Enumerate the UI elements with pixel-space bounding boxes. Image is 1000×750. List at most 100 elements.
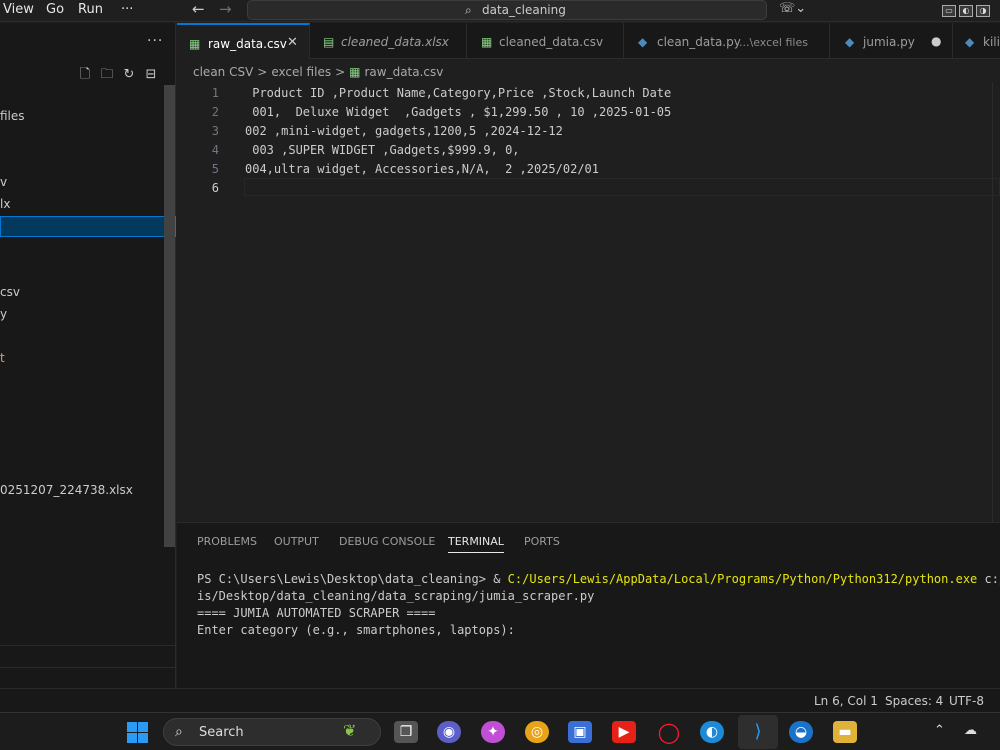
copilot-app-icon[interactable]: ✦	[481, 721, 505, 743]
code-line[interactable]: 001, Deluxe Widget ,Gadgets , $1,299.50 …	[245, 105, 671, 119]
title-bar: View Go Run ··· ← → ⌕ data_cleaning ☏⌄ ▭…	[0, 0, 1000, 22]
python-file-icon: ◆	[845, 35, 855, 49]
account-icon[interactable]: ◑	[976, 5, 990, 17]
close-icon[interactable]: ✕	[287, 35, 298, 50]
tree-item[interactable]: files	[0, 109, 25, 123]
tree-item[interactable]: csv	[0, 285, 20, 299]
teams-icon[interactable]: ◉	[437, 721, 461, 743]
terminal-line[interactable]: Enter category (e.g., smartphones, lapto…	[197, 623, 515, 637]
explorer-toolbar: 🗋 🗀 ↻ ⊟	[76, 65, 164, 87]
line-number: 1	[211, 86, 219, 100]
tree-item[interactable]: v	[0, 175, 7, 189]
terminal-exe-path: C:/Users/Lewis/AppData/Local/Programs/Py…	[507, 572, 978, 586]
store-icon[interactable]: ▣	[568, 721, 592, 743]
editor-tabs: ▦ raw_data.csv ✕ ▤ cleaned_data.xlsx ▦ c…	[177, 23, 1000, 59]
command-center-search[interactable]: ⌕ data_cleaning	[247, 0, 767, 20]
refresh-icon[interactable]: ↻	[120, 67, 138, 82]
panel-tab-debug-console[interactable]: DEBUG CONSOLE	[339, 535, 435, 548]
opera-icon[interactable]: ◯	[657, 721, 681, 743]
terminal-line[interactable]: PS C:\Users\Lewis\Desktop\data_cleaning>…	[197, 572, 1000, 586]
code-editor[interactable]: 1 Product ID ,Product Name,Category,Pric…	[177, 82, 1000, 522]
new-folder-icon[interactable]: 🗀	[98, 65, 116, 87]
excel-file-icon: ▤	[323, 35, 335, 49]
window-controls: ▭ ◐ ◑	[942, 0, 1000, 17]
panel-tab-ports[interactable]: PORTS	[524, 535, 560, 548]
tab-raw-data-csv[interactable]: ▦ raw_data.csv ✕	[177, 23, 310, 59]
tab-cleaned-data-xlsx[interactable]: ▤ cleaned_data.xlsx	[310, 23, 467, 59]
tree-item-selected[interactable]	[0, 216, 176, 237]
encoding[interactable]: UTF-8	[949, 694, 984, 708]
widget-plant-icon: ❦	[343, 721, 357, 740]
editor-scrollbar[interactable]	[992, 82, 1000, 522]
panel-tab-output[interactable]: OUTPUT	[274, 535, 319, 548]
status-bar: Ln 6, Col 1 Spaces: 4 UTF-8	[0, 688, 1000, 712]
unsaved-dot-icon[interactable]: ●	[931, 34, 941, 48]
breadcrumb: clean CSV > excel files > ▦ raw_data.csv	[193, 65, 443, 79]
youtube-icon[interactable]: ▶	[612, 721, 636, 743]
terminal-line[interactable]: ==== JUMIA AUTOMATED SCRAPER ====	[197, 606, 435, 620]
tab-cleaned-data-csv[interactable]: ▦ cleaned_data.csv	[467, 23, 624, 59]
chrome-icon[interactable]: ◎	[525, 721, 549, 743]
line-number: 3	[211, 124, 219, 138]
collapse-all-icon[interactable]: ⊟	[142, 67, 160, 82]
cloud-icon[interactable]: ☁	[964, 723, 977, 738]
current-line-highlight	[244, 178, 1000, 196]
tree-item[interactable]: t	[0, 351, 5, 365]
line-number: 4	[211, 143, 219, 157]
panel-tab-problems[interactable]: PROBLEMS	[197, 535, 257, 548]
code-line[interactable]: 004,ultra widget, Accessories,N/A, 2 ,20…	[245, 162, 599, 176]
vscode-icon[interactable]: ⟩	[746, 721, 770, 743]
code-line[interactable]: 003 ,SUPER WIDGET ,Gadgets,$999.9, 0,	[245, 143, 519, 157]
menu-more[interactable]: ···	[121, 2, 133, 17]
tree-item[interactable]: y	[0, 307, 7, 321]
line-number: 6	[211, 181, 219, 195]
line-number: 2	[211, 105, 219, 119]
tree-item[interactable]: 0251207_224738.xlsx	[0, 483, 133, 497]
breadcrumb-item[interactable]: clean CSV	[193, 65, 253, 79]
back-arrow-icon[interactable]: ←	[192, 0, 205, 18]
terminal-line[interactable]: is/Desktop/data_cleaning/data_scraping/j…	[197, 589, 594, 603]
menu-view[interactable]: View	[3, 2, 34, 17]
search-icon: ⌕	[465, 3, 472, 17]
menu-run[interactable]: Run	[78, 2, 103, 17]
tab-jumia-py[interactable]: ◆ jumia.py ●	[830, 23, 953, 59]
cursor-position[interactable]: Ln 6, Col 1	[814, 694, 878, 708]
explorer-sidebar: ··· 🗋 🗀 ↻ ⊟ files v lx csv y t 0251207_2247…	[0, 23, 176, 688]
breadcrumb-separator: >	[335, 65, 346, 79]
menu-go[interactable]: Go	[46, 2, 64, 17]
edge-icon[interactable]: ◐	[700, 721, 724, 743]
breadcrumb-item[interactable]: raw_data.csv	[364, 65, 443, 79]
indentation[interactable]: Spaces: 4	[885, 694, 943, 708]
tab-description: ...\excel files	[739, 36, 808, 49]
layout-icon[interactable]: ▭	[942, 5, 956, 17]
chevron-up-icon[interactable]: ⌃	[934, 723, 945, 738]
tab-kili[interactable]: ◆ kili	[953, 23, 1000, 59]
file-explorer-icon[interactable]: ▬	[833, 721, 857, 743]
breadcrumb-item[interactable]: excel files	[271, 65, 331, 79]
tab-label: cleaned_data.xlsx	[341, 35, 449, 49]
sidebar-divider	[0, 667, 176, 668]
csv-file-icon: ▦	[189, 37, 201, 51]
panel-tab-terminal[interactable]: TERMINAL	[448, 535, 504, 553]
tab-clean-data-py[interactable]: ◆ clean_data.py ...\excel files	[624, 23, 830, 59]
code-line[interactable]: 002 ,mini-widget, gadgets,1200,5 ,2024-1…	[245, 124, 563, 138]
copilot-chevron-icon: ⌄	[795, 1, 807, 16]
task-view-icon[interactable]: ❐	[394, 721, 418, 743]
taskbar: ⌕ Search ❦ ❐ ◉ ✦ ◎ ▣ ▶ ◯ ◐ ⟩ ◒ ▬ ⌃ ☁	[0, 712, 1000, 750]
tab-label: kili	[983, 35, 1000, 49]
taskbar-search-label: Search	[199, 725, 244, 740]
tree-item[interactable]: lx	[0, 197, 10, 211]
browser-icon[interactable]: ◒	[789, 721, 813, 743]
windows-start-icon[interactable]	[126, 721, 150, 743]
sidebar-scrollbar[interactable]	[164, 85, 175, 547]
code-line[interactable]: Product ID ,Product Name,Category,Price …	[245, 86, 671, 100]
command-center-text: data_cleaning	[482, 3, 566, 17]
explorer-more-button[interactable]: ···	[147, 33, 163, 49]
forward-arrow-icon[interactable]: →	[219, 0, 232, 18]
python-file-icon: ◆	[638, 35, 648, 49]
line-number: 5	[211, 162, 219, 176]
new-file-icon[interactable]: 🗋	[76, 65, 94, 87]
taskbar-search[interactable]: ⌕ Search ❦	[163, 718, 381, 746]
copilot-icon[interactable]: ☏⌄	[779, 1, 806, 16]
settings-icon[interactable]: ◐	[959, 5, 973, 17]
